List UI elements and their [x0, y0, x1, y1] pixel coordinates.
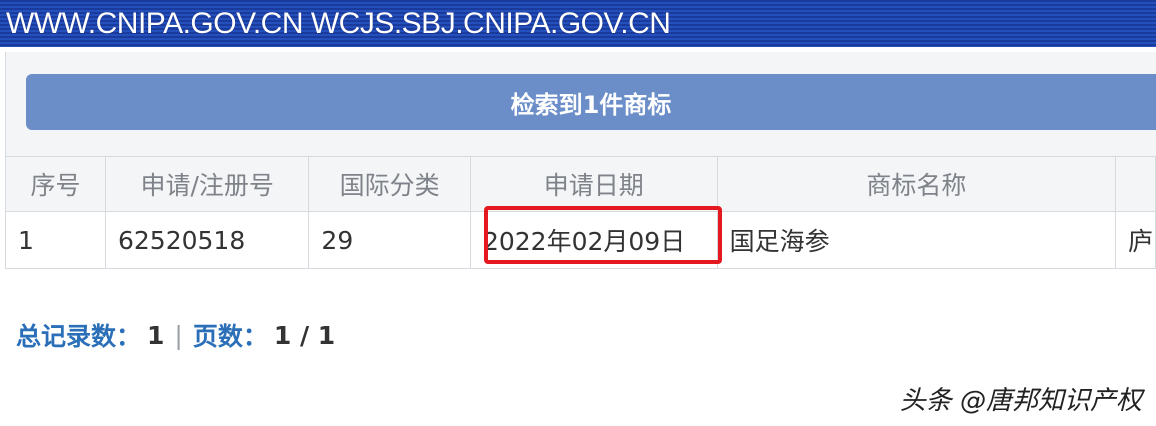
cell-date: 2022年02月09日	[469, 211, 718, 269]
col-header-index[interactable]: 序号	[5, 156, 106, 212]
watermark-text: 头条 @唐邦知识产权	[899, 386, 1142, 416]
result-count-text: 检索到1件商标	[510, 90, 672, 119]
pagination-summary: 总记录数： 1 | 页数： 1 / 1	[16, 317, 335, 353]
results-table: 序号 申请/注册号 国际分类 申请日期 商标名称 1 62520518 29 2…	[5, 156, 1156, 269]
site-url-text: WWW.CNIPA.GOV.CN WCJS.SBJ.CNIPA.GOV.CN	[6, 6, 671, 40]
cell-index: 1	[5, 211, 106, 269]
total-records-label: 总记录数：	[16, 322, 142, 351]
reg-no-link[interactable]: 62520518	[104, 211, 310, 269]
col-header-date[interactable]: 申请日期	[469, 156, 718, 212]
pager-divider: |	[174, 320, 183, 350]
col-header-more	[1115, 156, 1156, 212]
result-count-banner: 检索到1件商标	[26, 74, 1156, 130]
pages-label: 页数：	[192, 322, 268, 351]
cell-extra: 庐	[1115, 211, 1156, 269]
total-records-value: 1	[147, 320, 165, 350]
table-header-row: 序号 申请/注册号 国际分类 申请日期 商标名称	[5, 156, 1156, 212]
col-header-name[interactable]: 商标名称	[716, 156, 1117, 212]
col-header-class[interactable]: 国际分类	[308, 156, 471, 212]
cell-class: 29	[308, 211, 471, 269]
pages-value: 1 / 1	[273, 320, 336, 350]
site-header-bar: WWW.CNIPA.GOV.CN WCJS.SBJ.CNIPA.GOV.CN	[0, 0, 1156, 47]
table-row: 1 62520518 29 2022年02月09日 国足海参 庐	[5, 211, 1156, 269]
col-header-reg-no[interactable]: 申请/注册号	[104, 156, 310, 212]
trademark-name-link[interactable]: 国足海参	[716, 211, 1117, 269]
